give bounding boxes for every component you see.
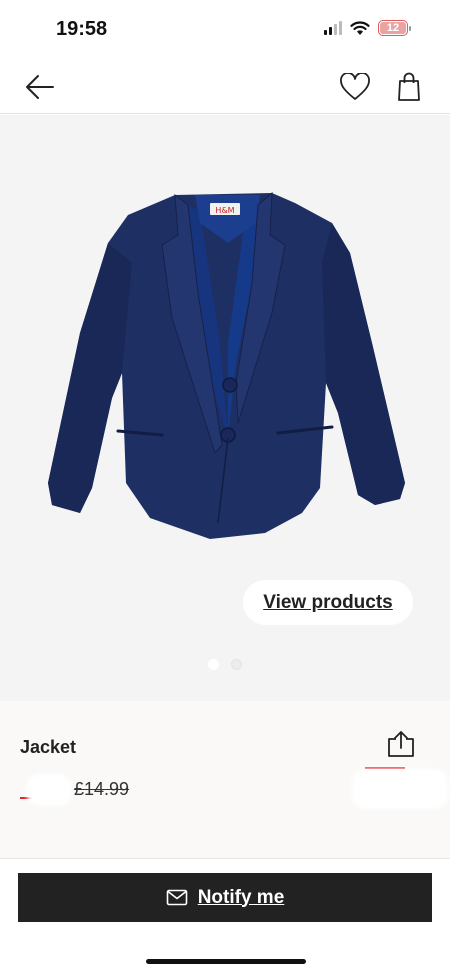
signal-icon (324, 21, 342, 35)
arrow-left-icon (26, 75, 54, 99)
home-indicator (146, 959, 306, 964)
view-products-button[interactable]: View products (243, 580, 413, 625)
carousel-dot-active[interactable] (208, 659, 219, 670)
product-image: H&M (48, 191, 405, 539)
shopping-bag-button[interactable] (392, 70, 426, 104)
carousel-dot[interactable] (231, 659, 242, 670)
top-nav-bar (0, 58, 450, 114)
share-icon (388, 731, 414, 757)
back-button[interactable] (23, 70, 57, 104)
product-image-gallery[interactable]: H&M View products (0, 115, 450, 701)
favorite-button[interactable] (338, 70, 372, 104)
heart-icon (340, 73, 370, 100)
carousel-dots (0, 659, 450, 670)
product-name: Jacket (20, 737, 77, 757)
status-time: 19:58 (56, 18, 108, 40)
original-price: £14.99 (74, 779, 130, 799)
status-icons: 12 (324, 20, 411, 36)
share-button[interactable] (385, 728, 417, 760)
battery-level: 12 (386, 22, 400, 34)
svg-text:H&M: H&M (215, 206, 234, 215)
status-bar: 19:58 12 (0, 0, 450, 58)
redacted-area-right (352, 769, 448, 809)
notify-me-label: Notify me (197, 886, 285, 908)
wifi-icon (350, 20, 370, 35)
bottom-action-bar: Notify me (0, 858, 450, 974)
battery-icon: 12 (378, 20, 411, 36)
product-info: Jacket £14.99 (0, 701, 450, 858)
notify-me-button[interactable]: Notify me (18, 873, 432, 922)
redacted-area-left (26, 774, 72, 806)
envelope-icon (166, 889, 188, 906)
shopping-bag-icon (398, 72, 420, 101)
